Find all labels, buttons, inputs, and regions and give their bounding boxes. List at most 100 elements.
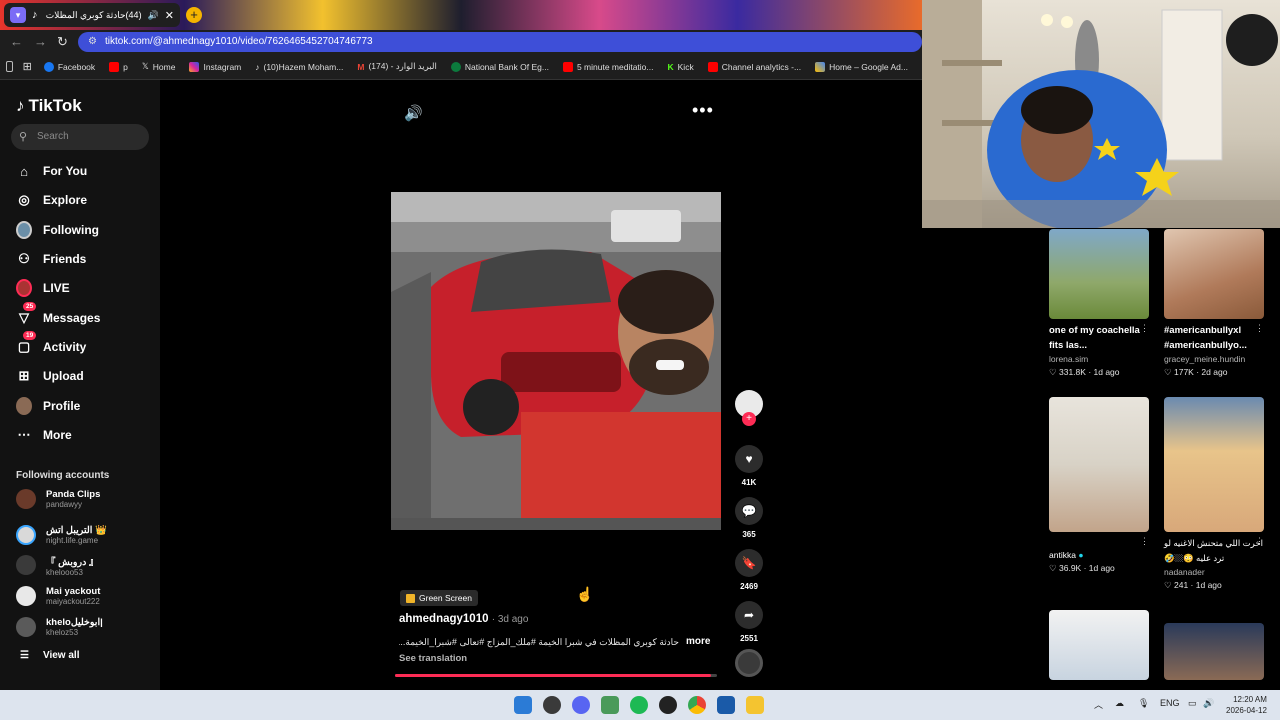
taskbar-clock[interactable]: 12:20 AM 2026-04-12 [1226, 694, 1267, 716]
thumbnail [1164, 397, 1264, 532]
nav-for-you[interactable]: ⌂ For You [16, 159, 87, 183]
app-icon[interactable] [601, 696, 619, 714]
effect-icon [406, 593, 415, 603]
bookmark-item[interactable]: 𝕏 Home [142, 61, 176, 72]
recommendation-card[interactable] [1164, 623, 1264, 680]
nav-following[interactable]: Following [16, 218, 99, 242]
sound-disc-button[interactable] [732, 649, 766, 677]
nav-upload[interactable]: ⊞ Upload [16, 364, 84, 388]
heart-icon: ♡ [1049, 563, 1057, 573]
tab-audio-icon[interactable]: 🔊 [148, 10, 159, 21]
windows-start-icon[interactable] [514, 696, 532, 714]
video-author[interactable]: ahmednagy1010 · 3d ago [399, 613, 528, 625]
tab-title: (44)حادثة كوبري المظلات في [44, 9, 142, 20]
back-arrow-icon[interactable]: ← [10, 34, 23, 49]
caption-more-link[interactable]: more [686, 636, 710, 647]
more-options-icon[interactable]: ••• [692, 100, 714, 121]
search-icon: ⚲ [19, 131, 28, 143]
thumbnail [1049, 610, 1149, 680]
apps-grid-icon[interactable]: ⊞ [23, 60, 32, 73]
language-indicator[interactable]: ENG [1160, 698, 1180, 708]
volume-icon[interactable]: 🔊 [1203, 698, 1214, 709]
card-menu-icon[interactable]: ⋮ [1255, 536, 1264, 547]
nav-friends[interactable]: ⚇ Friends [16, 247, 86, 271]
new-tab-button[interactable]: + [186, 7, 202, 23]
green-screen-tag[interactable]: Green Screen [400, 590, 478, 606]
following-account[interactable]: 『 دروبش 』 khelooo53 [16, 551, 98, 579]
sidebar-toggle-icon[interactable] [6, 61, 13, 72]
following-account[interactable]: Panda Clips pandawyy [16, 485, 100, 513]
heart-icon: ♡ [1164, 367, 1172, 377]
compass-icon: ◎ [18, 192, 30, 207]
mouse-cursor-icon: ☝ [576, 586, 594, 602]
nav-live[interactable]: LIVE [16, 276, 70, 300]
share-button[interactable]: ➦ 2551 [732, 601, 766, 643]
bookmark-item[interactable]: 5 minute meditatio... [562, 61, 654, 72]
video-feed: 🔊 ••• + ♥ 41K 💬 365 🔖 2469 ➦ 2551 Green … [160, 80, 1022, 690]
microphone-icon[interactable]: 🎙 [1138, 698, 1149, 709]
recommendation-card[interactable]: ⋮ antikka ● ♡ 36.9K · 1d ago [1049, 397, 1149, 574]
profile-icon [16, 397, 32, 415]
bookmark-item[interactable]: Channel analytics -... [707, 61, 801, 72]
like-button[interactable]: ♥ 41K [732, 445, 766, 487]
tiktok-icon: ♪ [255, 61, 260, 72]
youtube-icon [562, 61, 573, 72]
view-all-link[interactable]: ☰ View all [20, 650, 79, 661]
bookmark-item[interactable]: ♪ (10)Hazem Moham... [255, 62, 343, 72]
bookmark-item[interactable]: National Bank Of Eg... [450, 61, 549, 72]
recommendation-card[interactable]: ⋮ اخرت اللي متحنش الاغنيه لو ترد عليه 😳🏼… [1164, 397, 1264, 591]
tray-overflow-icon[interactable]: ︿ [1094, 698, 1103, 711]
browser-tab[interactable]: ▾ ♪ (44)حادثة كوبري المظلات في 🔊 ✕ [4, 3, 180, 27]
video-progress-bar[interactable] [395, 674, 717, 677]
app-icon[interactable] [717, 696, 735, 714]
bookmark-icon: 🔖 [735, 549, 763, 577]
nav-more[interactable]: ⋯ More [16, 423, 72, 447]
card-menu-icon[interactable]: ⋮ [1255, 323, 1264, 334]
following-account[interactable]: kheloاﺑﻮﺧﻠﻴﻞ| kheloz53 [16, 613, 103, 641]
chrome-icon[interactable] [688, 696, 706, 714]
file-explorer-icon[interactable] [746, 696, 764, 714]
following-account[interactable]: Mai yackout maiyackout222 [16, 582, 100, 610]
bookmark-item[interactable]: K Kick [668, 62, 694, 72]
author-avatar-button[interactable]: + [732, 390, 766, 426]
video-player[interactable] [391, 192, 721, 530]
nav-explore[interactable]: ◎ Explore [16, 188, 87, 212]
search-input[interactable]: ⚲ Search [11, 124, 149, 150]
recommendation-card[interactable] [1049, 610, 1149, 680]
nav-profile[interactable]: Profile [16, 394, 80, 418]
thumbnail [1164, 623, 1264, 680]
heart-icon: ♡ [1164, 580, 1172, 590]
tab-search-icon[interactable]: ▾ [10, 7, 26, 23]
tray-app-icon[interactable]: ☁ [1115, 698, 1124, 709]
tiktok-logo[interactable]: ♪ TikTok [16, 96, 82, 116]
obs-icon[interactable] [543, 696, 561, 714]
bookmark-item[interactable]: Instagram [189, 61, 241, 72]
site-info-icon[interactable]: ⚙ [88, 32, 97, 52]
follow-plus-icon[interactable]: + [742, 412, 756, 426]
instagram-icon [189, 61, 200, 72]
card-menu-icon[interactable]: ⋮ [1140, 536, 1149, 547]
following-account[interactable]: التريبل اتش 👑 night.life.game [16, 521, 107, 549]
app-icon[interactable] [659, 696, 677, 714]
spotify-icon[interactable] [630, 696, 648, 714]
network-icon[interactable]: ▭ [1188, 698, 1197, 709]
bookmark-item[interactable]: p [109, 61, 128, 72]
reload-icon[interactable]: ↻ [57, 34, 68, 50]
nav-messages[interactable]: ▽ 25 Messages [16, 302, 100, 330]
bookmark-item[interactable]: M (174) - البريد الوارد [357, 61, 437, 72]
tab-close-icon[interactable]: ✕ [165, 9, 174, 22]
recommendation-card[interactable]: ⋮ one of my coachella fits las... lorena… [1049, 229, 1149, 378]
save-button[interactable]: 🔖 2469 [732, 549, 766, 591]
volume-icon[interactable]: 🔊 [404, 104, 423, 122]
comment-button[interactable]: 💬 365 [732, 497, 766, 539]
bookmark-item[interactable]: Facebook [43, 61, 95, 72]
tiktok-logo-icon: ♪ [16, 96, 25, 115]
url-field[interactable]: ⚙ tiktok.com/@ahmednagy1010/video/762646… [78, 32, 922, 52]
see-translation-link[interactable]: See translation [399, 653, 467, 664]
recommendation-card[interactable]: ⋮ #americanbullyxl #americanbullyo... gr… [1164, 229, 1264, 378]
bookmark-item[interactable]: Home – Google Ad... [815, 61, 908, 72]
forward-arrow-icon[interactable]: → [34, 34, 47, 49]
discord-icon[interactable] [572, 696, 590, 714]
nav-activity[interactable]: ▢ 19 Activity [16, 331, 86, 359]
card-menu-icon[interactable]: ⋮ [1140, 323, 1149, 334]
